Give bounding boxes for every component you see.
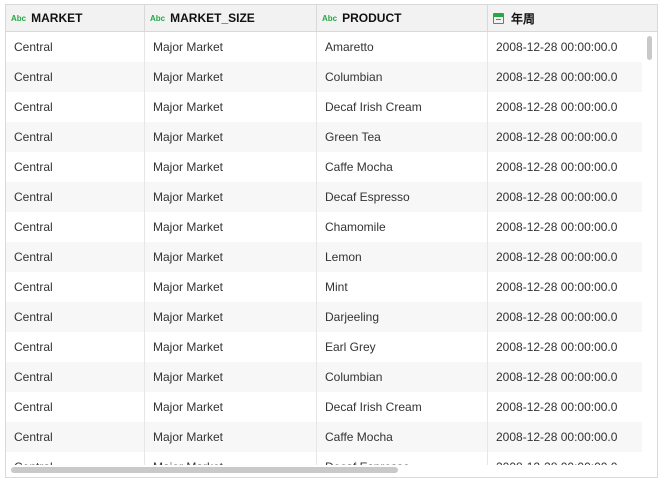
vertical-scrollbar[interactable] [643,32,657,466]
table-row[interactable]: Central Major Market Columbian 2008-12-28 0… [6,362,642,392]
table-cell[interactable]: 2008-12-28 00:00:00.0 [488,152,642,182]
table-cell[interactable]: Major Market [145,212,317,242]
grid-header: Abc MARKET Abc MARKET_SIZE Abc PRODUCT 年… [6,5,657,32]
column-header-label: MARKET_SIZE [170,11,255,25]
table-row[interactable]: Central Major Market Mint 2008-12-28 00:00:… [6,272,642,302]
table-row[interactable]: Central Major Market Caffe Mocha 2008-12-28… [6,422,642,452]
column-header-label: PRODUCT [342,11,402,25]
column-header-product[interactable]: Abc PRODUCT [317,5,488,31]
table-row[interactable]: Central Major Market Darjeeling 2008-12-28 … [6,302,642,332]
table-cell[interactable]: Darjeeling [317,302,488,332]
table-cell[interactable]: Central [6,92,145,122]
column-header-market[interactable]: Abc MARKET [6,5,145,31]
table-cell[interactable]: Central [6,362,145,392]
grid-body: Central Major Market Amaretto 2008-12-28 00… [6,32,657,472]
column-header-label: 年周 [511,11,536,26]
table-cell[interactable]: Central [6,62,145,92]
table-cell[interactable]: Central [6,182,145,212]
table-cell[interactable]: Central [6,32,145,62]
table-cell[interactable]: 2008-12-28 00:00:00.0 [488,392,642,422]
table-cell[interactable]: 2008-12-28 00:00:00.0 [488,302,642,332]
table-cell[interactable]: 2008-12-28 00:00:00.0 [488,332,642,362]
table-row[interactable]: Central Major Market Lemon 2008-12-28 00:00… [6,242,642,272]
table-cell[interactable]: Mint [317,272,488,302]
table-cell[interactable]: 2008-12-28 00:00:00.0 [488,182,642,212]
table-cell[interactable]: Decaf Espresso [317,182,488,212]
column-header-market-size[interactable]: Abc MARKET_SIZE [145,5,317,31]
table-cell[interactable]: Decaf Irish Cream [317,392,488,422]
table-cell[interactable]: Central [6,242,145,272]
table-cell[interactable]: 2008-12-28 00:00:00.0 [488,422,642,452]
table-row[interactable]: Central Major Market Decaf Irish Cream 2008… [6,92,642,122]
table-cell[interactable]: 2008-12-28 00:00:00.0 [488,62,642,92]
table-cell[interactable]: Major Market [145,302,317,332]
table-cell[interactable]: Earl Grey [317,332,488,362]
table-cell[interactable]: Major Market [145,332,317,362]
table-cell[interactable]: 2008-12-28 00:00:00.0 [488,122,642,152]
table-cell[interactable]: Columbian [317,62,488,92]
table-cell[interactable]: Major Market [145,32,317,62]
table-cell[interactable]: Central [6,122,145,152]
table-cell[interactable]: Major Market [145,362,317,392]
table-cell[interactable]: Caffe Mocha [317,152,488,182]
table-cell[interactable]: 2008-12-28 00:00:00.0 [488,92,642,122]
table-cell[interactable]: Central [6,212,145,242]
table-row[interactable]: Central Major Market Earl Grey 2008-12-28 0… [6,332,642,362]
table-row[interactable]: Central Major Market Columbian 2008-12-28 0… [6,62,642,92]
column-header-label: MARKET [31,11,83,25]
table-cell[interactable]: Major Market [145,182,317,212]
table-cell[interactable]: Major Market [145,92,317,122]
table-cell[interactable]: Central [6,392,145,422]
table-cell[interactable]: Major Market [145,122,317,152]
table-row[interactable]: Central Major Market Green Tea 2008-12-28 0… [6,122,642,152]
table-cell[interactable]: Decaf Irish Cream [317,92,488,122]
horizontal-scrollbar-thumb[interactable] [11,467,398,473]
table-cell[interactable]: Lemon [317,242,488,272]
table-row[interactable]: Central Major Market Amaretto 2008-12-28 00… [6,32,642,62]
table-cell[interactable]: 2008-12-28 00:00:00.0 [488,272,642,302]
data-grid: Abc MARKET Abc MARKET_SIZE Abc PRODUCT 年… [5,4,658,478]
table-cell[interactable]: Major Market [145,152,317,182]
table-cell[interactable]: 2008-12-28 00:00:00.0 [488,242,642,272]
table-cell[interactable]: Major Market [145,392,317,422]
table-cell[interactable]: Columbian [317,362,488,392]
text-type-icon: Abc [322,13,338,23]
table-cell[interactable]: Major Market [145,422,317,452]
table-cell[interactable]: Central [6,332,145,362]
text-type-icon: Abc [11,13,27,23]
table-row[interactable]: CentralMajor MarketDecaf Espresso2008-12… [6,182,642,212]
horizontal-scrollbar[interactable] [6,465,657,477]
table-cell[interactable]: 2008-12-28 00:00:00.0 [488,32,642,62]
table-cell[interactable]: Caffe Mocha [317,422,488,452]
table-cell[interactable]: Chamomile [317,212,488,242]
column-header-year-week[interactable]: 年周 [488,5,657,31]
table-cell[interactable]: Central [6,272,145,302]
table-cell[interactable]: Major Market [145,62,317,92]
table-cell[interactable]: Central [6,302,145,332]
table-cell[interactable]: Central [6,422,145,452]
vertical-scrollbar-thumb[interactable] [647,36,652,60]
table-row[interactable]: Central Major Market Caffe Mocha 2008-12-28… [6,152,642,182]
table-cell[interactable]: Major Market [145,272,317,302]
table-cell[interactable]: Amaretto [317,32,488,62]
table-cell[interactable]: 2008-12-28 00:00:00.0 [488,212,642,242]
table-cell[interactable]: Green Tea [317,122,488,152]
calendar-icon [493,12,504,24]
table-row[interactable]: Central Major Market Decaf Irish Cream 2008… [6,392,642,422]
table-cell[interactable]: Central [6,152,145,182]
text-type-icon: Abc [150,13,166,23]
table-cell[interactable]: Major Market [145,242,317,272]
table-row[interactable]: Central Major Market Chamomile 2008-12-28 0… [6,212,642,242]
table-cell[interactable]: 2008-12-28 00:00:00.0 [488,362,642,392]
